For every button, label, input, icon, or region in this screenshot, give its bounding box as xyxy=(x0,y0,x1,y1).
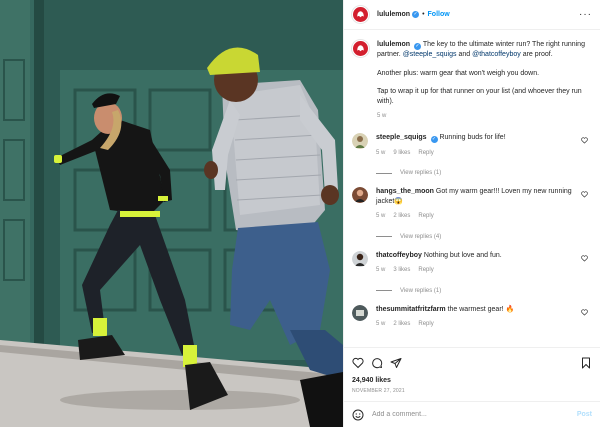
mention-link[interactable]: @thatcoffeyboy xyxy=(472,51,521,58)
post-photo[interactable] xyxy=(0,0,343,427)
view-replies[interactable]: View replies (1) xyxy=(376,170,592,176)
verified-icon: ✓ xyxy=(414,43,422,50)
view-replies[interactable]: View replies (1) xyxy=(376,288,592,294)
comment-text: Nothing but love and fun. xyxy=(423,251,502,259)
comment-item: hangs_the_moon Got my warm gear!!! Loven… xyxy=(352,187,592,222)
caption-and: and xyxy=(458,51,471,58)
share-icon[interactable] xyxy=(390,357,402,369)
mention-link[interactable]: @steeple_squigs xyxy=(403,51,457,58)
comment-username[interactable]: thesummitatfritzfarm xyxy=(376,306,446,313)
comment-likes[interactable]: 2 likes xyxy=(393,320,410,330)
comment-age: 5 w xyxy=(376,149,386,156)
heart-icon[interactable] xyxy=(581,255,588,262)
more-icon[interactable]: ··· xyxy=(579,9,592,19)
likes-count[interactable]: 24,940 likes xyxy=(352,377,592,384)
heart-icon[interactable] xyxy=(581,191,588,198)
follow-button[interactable]: Follow xyxy=(428,11,450,18)
header-username[interactable]: lululemon xyxy=(377,11,410,18)
reply-button[interactable]: Reply xyxy=(418,266,433,276)
reply-button[interactable]: Reply xyxy=(418,149,433,159)
avatar[interactable] xyxy=(352,250,368,267)
comment-username[interactable]: steeple_squigs xyxy=(376,134,427,141)
caption-paragraph: Another plus: warm gear that won't weigh… xyxy=(377,69,540,77)
heart-icon[interactable] xyxy=(581,309,588,316)
comment-item: thesummitatfritzfarm the warmest gear! 🔥… xyxy=(352,304,592,330)
comment-text: the warmest gear! 🔥 xyxy=(447,305,515,313)
verified-icon: ✓ xyxy=(412,11,420,18)
comment-icon[interactable] xyxy=(371,357,383,369)
lululemon-logo-icon xyxy=(357,45,364,52)
post-date: NOVEMBER 27, 2021 xyxy=(352,388,405,394)
comment-item: steeple_squigs ✓ Running buds for life! … xyxy=(352,132,592,159)
add-comment-bar: Post xyxy=(344,401,600,427)
post-button[interactable]: Post xyxy=(577,411,592,418)
separator-dot: • xyxy=(422,11,425,18)
caption-age: 5 w xyxy=(377,113,387,119)
comment-username[interactable]: hangs_the_moon xyxy=(376,188,434,195)
caption-avatar[interactable] xyxy=(352,40,369,57)
comment-likes[interactable]: 9 likes xyxy=(393,149,410,159)
reply-button[interactable]: Reply xyxy=(418,320,433,330)
caption-paragraph: Tap to wrap it up for that runner on you… xyxy=(377,88,582,105)
comment-age: 5 w xyxy=(376,321,386,327)
add-comment-input[interactable] xyxy=(372,411,577,418)
post-caption: lululemon ✓ The key to the ultimate wint… xyxy=(352,40,592,122)
post-header: lululemon ✓ • Follow ··· xyxy=(344,0,600,30)
caption-username[interactable]: lululemon xyxy=(377,41,410,48)
instagram-post: lululemon ✓ • Follow ··· lululemon ✓ The… xyxy=(0,0,600,427)
comment-username[interactable]: thatcoffeyboy xyxy=(376,252,422,259)
runners-image xyxy=(0,0,343,427)
avatar[interactable] xyxy=(352,304,368,321)
comment-age: 5 w xyxy=(376,267,386,273)
verified-icon: ✓ xyxy=(430,135,438,143)
caption-end: are proof. xyxy=(522,51,553,58)
view-replies[interactable]: View replies (4) xyxy=(376,234,592,240)
comment-text: Running buds for life! xyxy=(439,133,506,141)
comment-likes[interactable]: 2 likes xyxy=(393,212,410,222)
reply-button[interactable]: Reply xyxy=(418,212,433,222)
comment-likes[interactable]: 3 likes xyxy=(393,266,410,276)
comments-area[interactable]: lululemon ✓ The key to the ultimate wint… xyxy=(344,30,600,347)
avatar[interactable] xyxy=(352,187,368,203)
post-actions: 24,940 likes NOVEMBER 27, 2021 xyxy=(344,347,600,401)
bookmark-icon[interactable] xyxy=(580,357,592,369)
heart-icon[interactable] xyxy=(352,357,364,369)
comment-age: 5 w xyxy=(376,213,386,219)
comment-item: thatcoffeyboy Nothing but love and fun. … xyxy=(352,250,592,276)
heart-icon[interactable] xyxy=(581,137,588,144)
lululemon-avatar[interactable] xyxy=(352,6,369,23)
post-panel: lululemon ✓ • Follow ··· lululemon ✓ The… xyxy=(343,0,600,427)
caption-body: lululemon ✓ The key to the ultimate wint… xyxy=(377,40,587,122)
lululemon-logo-icon xyxy=(357,11,364,18)
emoji-icon[interactable] xyxy=(352,409,364,421)
avatar[interactable] xyxy=(352,132,368,149)
